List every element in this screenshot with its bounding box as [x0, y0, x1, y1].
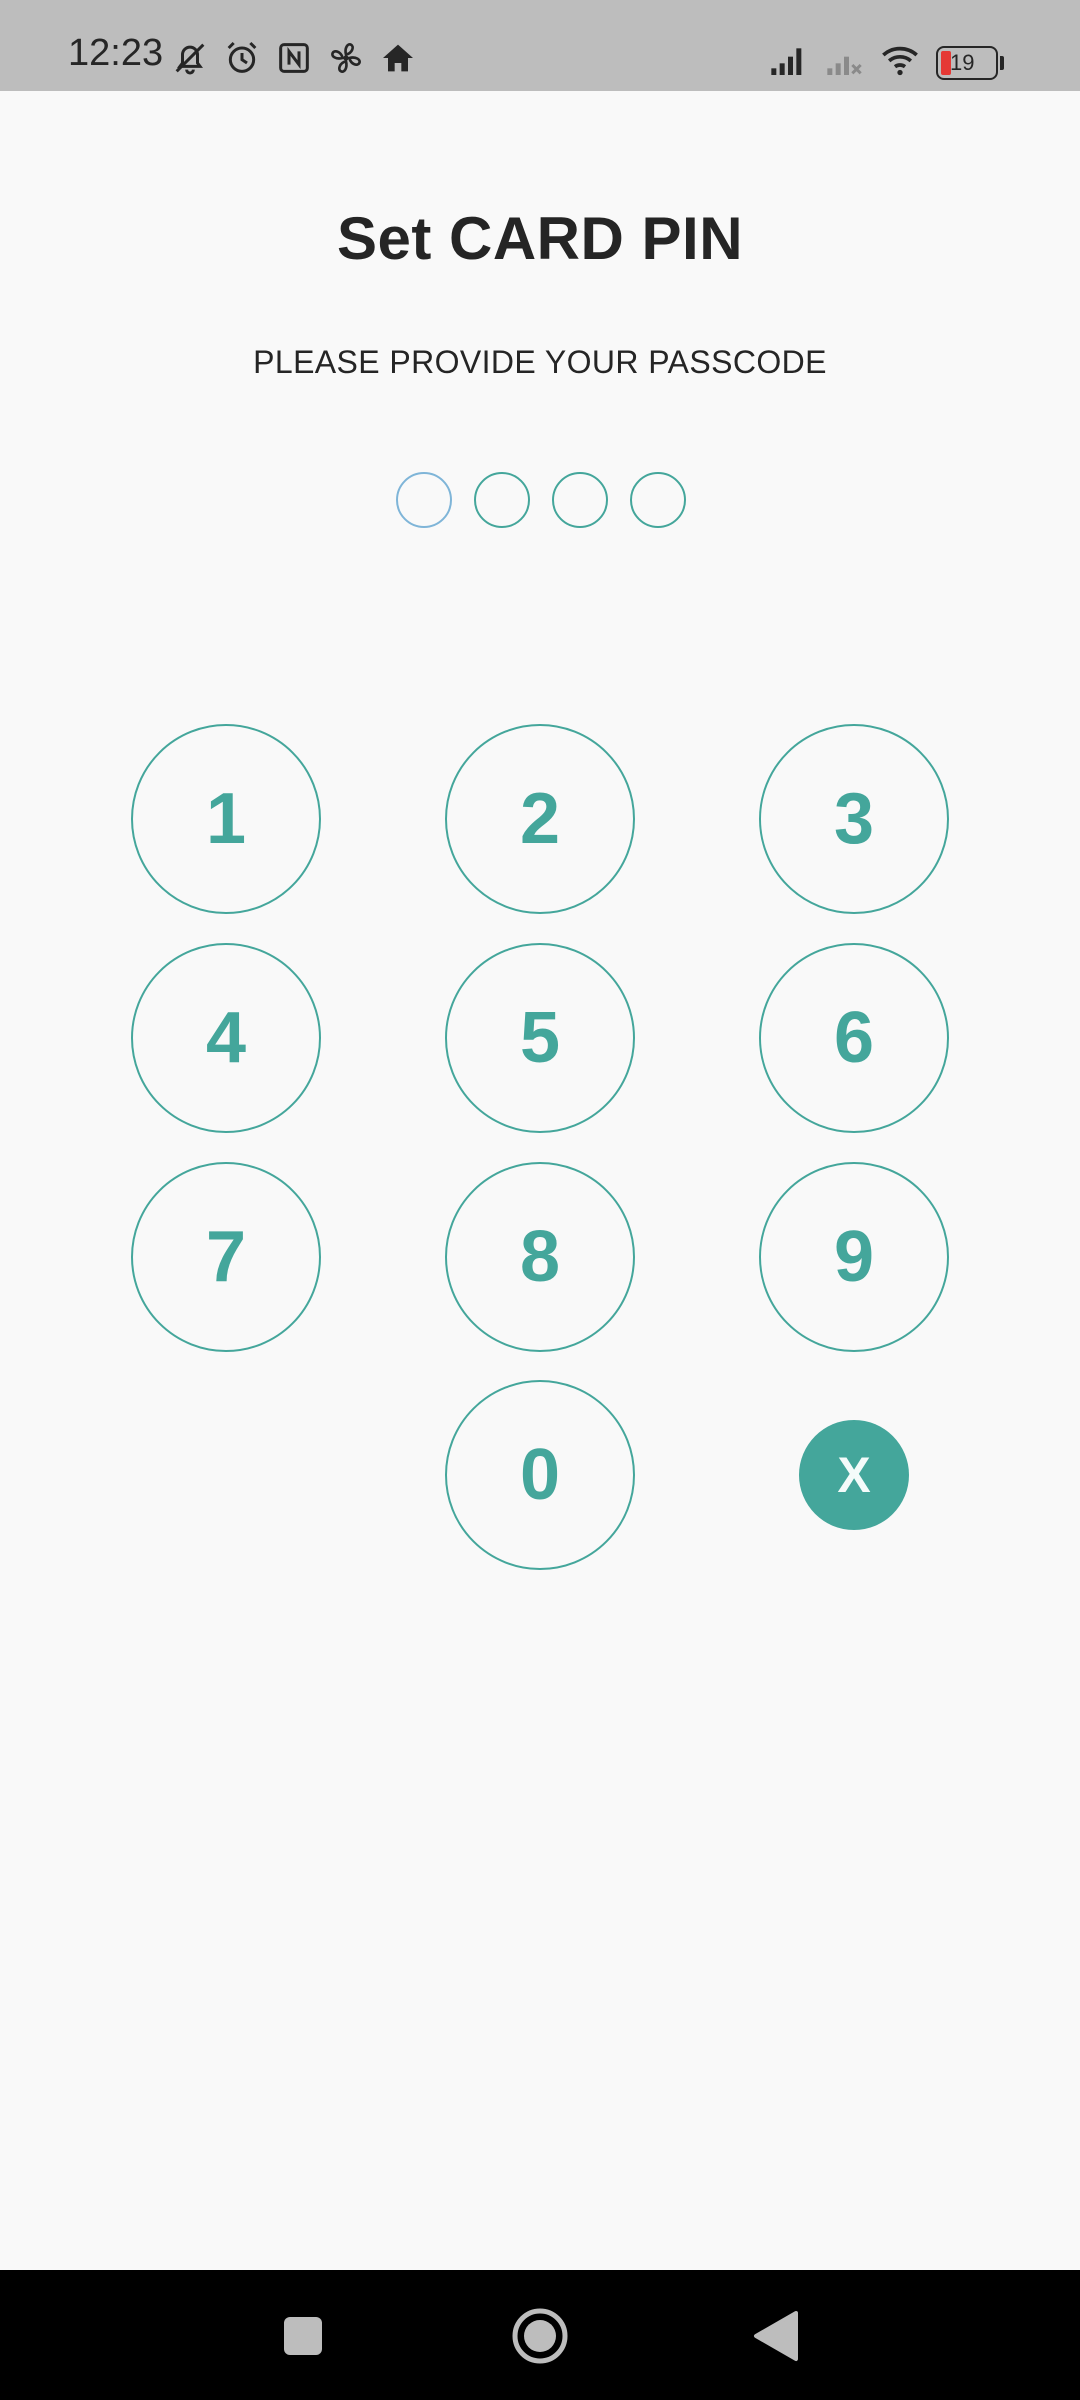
nfc-icon	[279, 43, 309, 73]
pin-dot	[474, 472, 530, 528]
signal-icon	[771, 48, 802, 75]
key-3-button[interactable]: 3	[759, 724, 949, 914]
home-icon	[383, 44, 413, 72]
key-7-button[interactable]: 7	[131, 1162, 321, 1352]
wifi-icon	[882, 46, 918, 76]
key-1-button[interactable]: 1	[131, 724, 321, 914]
status-left-icons	[170, 38, 418, 78]
mute-icon	[175, 43, 205, 75]
battery-icon: 19	[936, 46, 1004, 80]
back-icon	[754, 2311, 798, 2361]
key-8-button[interactable]: 8	[445, 1162, 635, 1352]
key-4-button[interactable]: 4	[131, 943, 321, 1133]
key-9-button[interactable]: 9	[759, 1162, 949, 1352]
pin-indicator	[396, 472, 686, 528]
key-2-button[interactable]: 2	[445, 724, 635, 914]
alarm-icon	[227, 41, 257, 73]
pin-setup-screen: 12:23 19 Set CARD PIN PLEASE PROVIDE YOU…	[0, 0, 1080, 2400]
signal-no-service-icon	[827, 56, 862, 75]
battery-level: 19	[950, 50, 975, 75]
status-right-icons: 19	[768, 40, 1004, 80]
home-circle-icon	[512, 2308, 568, 2364]
page-title: Set CARD PIN	[336, 205, 744, 272]
pin-dot	[630, 472, 686, 528]
pin-dot	[396, 472, 452, 528]
clear-button[interactable]: X	[799, 1420, 909, 1530]
back-button[interactable]	[746, 2306, 806, 2366]
key-0-button[interactable]: 0	[445, 1380, 635, 1570]
fan-icon	[331, 43, 361, 73]
page-subtitle: PLEASE PROVIDE YOUR PASSCODE	[253, 344, 827, 380]
recents-button[interactable]	[273, 2306, 333, 2366]
home-button[interactable]	[510, 2306, 570, 2366]
recents-icon	[284, 2317, 322, 2355]
key-5-button[interactable]: 5	[445, 943, 635, 1133]
status-bar: 12:23 19	[0, 0, 1080, 91]
navigation-bar	[0, 2270, 1080, 2400]
key-6-button[interactable]: 6	[759, 943, 949, 1133]
pin-dot	[552, 472, 608, 528]
status-time: 12:23	[68, 32, 164, 74]
